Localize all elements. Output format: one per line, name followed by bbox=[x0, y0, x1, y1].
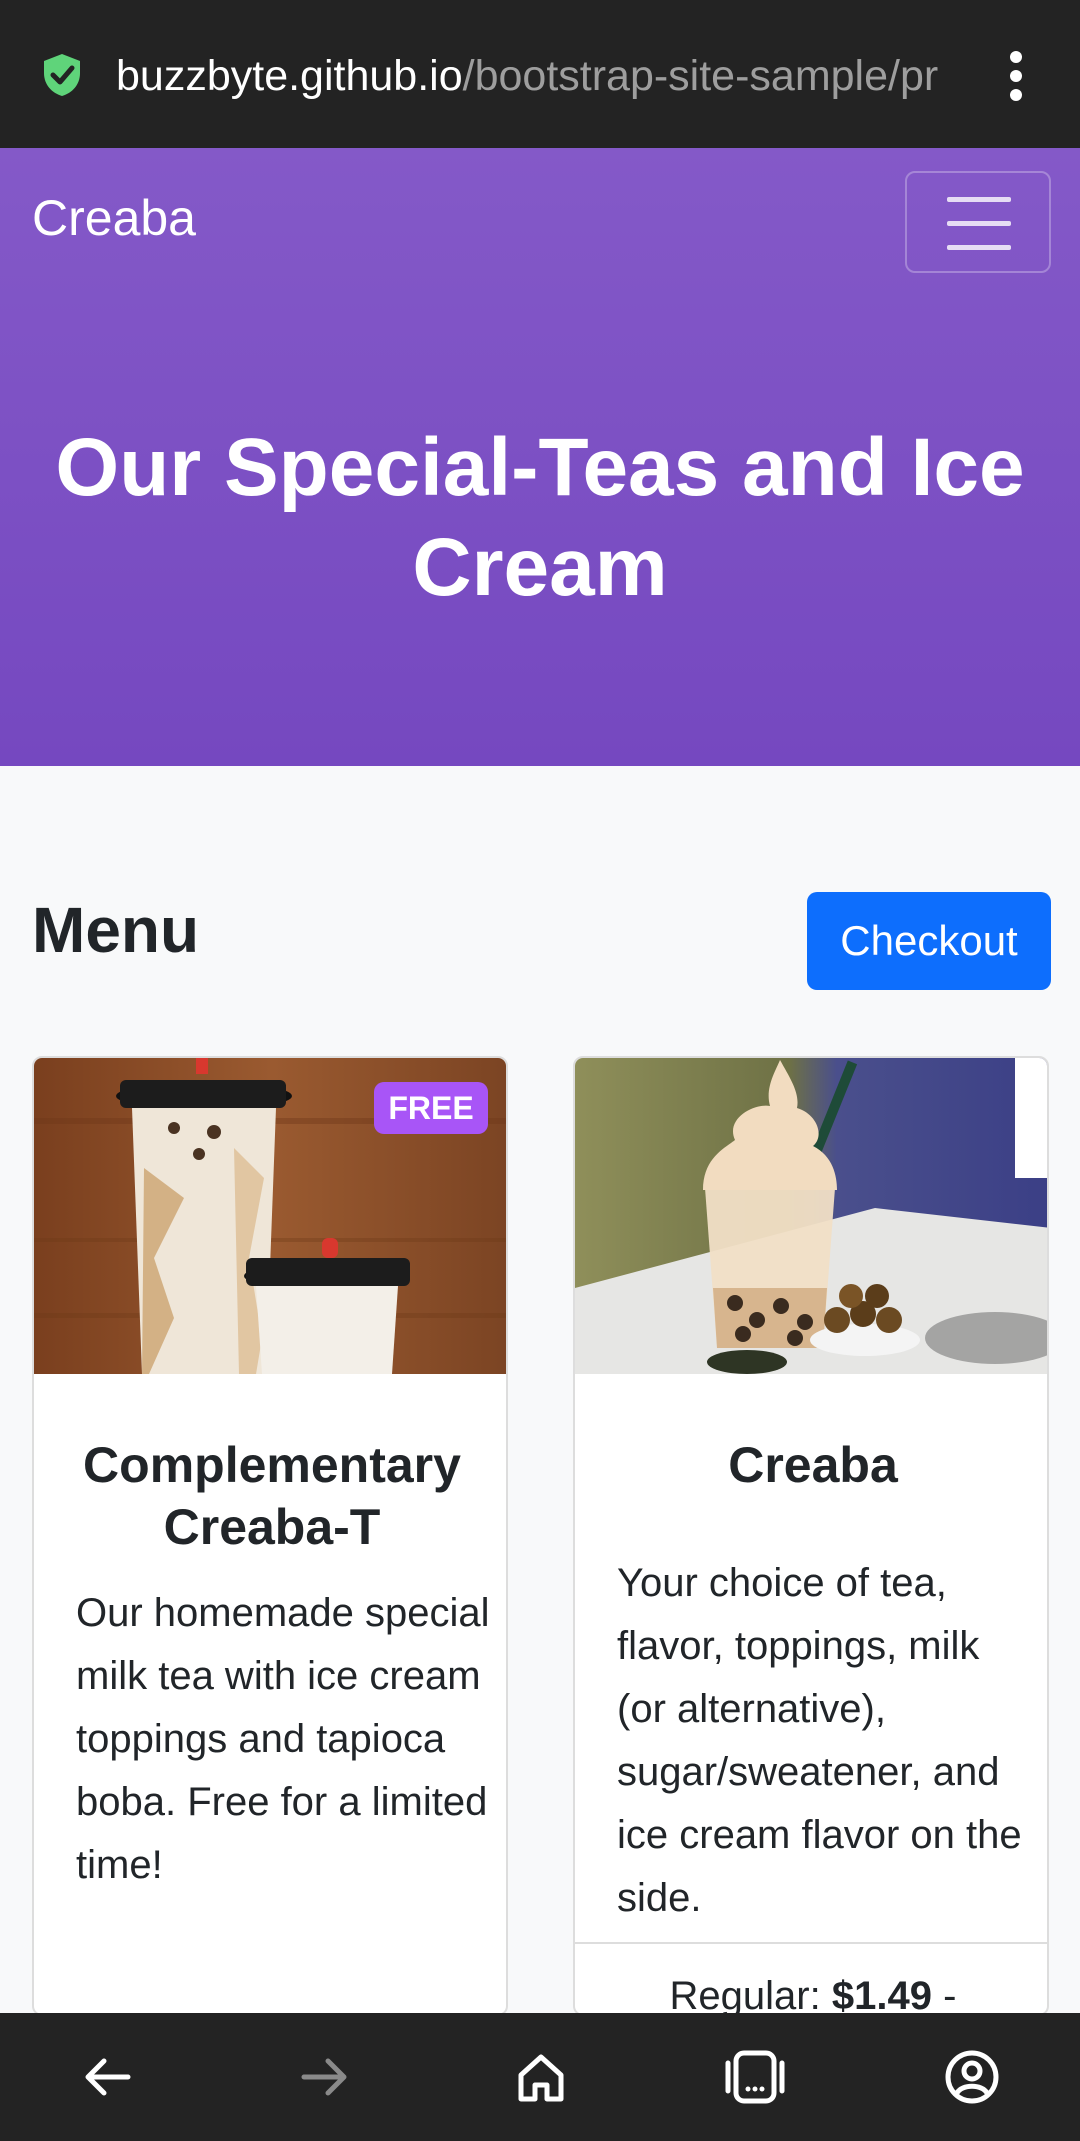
free-badge: FREE bbox=[374, 1082, 488, 1134]
hamburger-icon-line bbox=[947, 245, 1011, 250]
shield-check-icon bbox=[44, 54, 80, 96]
product-image-milk-tea: FREE bbox=[34, 1058, 506, 1374]
url-host: buzzbyte.github.io bbox=[116, 52, 463, 100]
price-value: $1.49 bbox=[831, 1974, 932, 2016]
card-title: Complementary Creaba-T bbox=[83, 1437, 461, 1555]
price-label: Regular: bbox=[669, 1974, 821, 2016]
menu-heading: Menu bbox=[32, 894, 200, 966]
forward-arrow-icon[interactable] bbox=[296, 2049, 352, 2105]
navbar-brand[interactable]: Creaba bbox=[32, 188, 196, 248]
hero-section: Creaba Our Special-Teas and Ice Cream bbox=[0, 148, 1080, 766]
back-arrow-icon[interactable] bbox=[80, 2049, 136, 2105]
checkout-button[interactable]: Checkout bbox=[807, 892, 1051, 990]
card-title: Creaba bbox=[728, 1437, 898, 1493]
product-image-ice-cream-boba bbox=[575, 1058, 1047, 1374]
product-card: Creaba Your choice of tea, flavor, toppi… bbox=[573, 1056, 1049, 2016]
hamburger-icon-line bbox=[947, 221, 1011, 226]
product-card: FREE Complementary Creaba-T Our homemade… bbox=[32, 1056, 508, 2016]
url-path: /bootstrap-site-sample/pr bbox=[462, 52, 939, 100]
tabs-icon[interactable] bbox=[722, 2049, 788, 2105]
hamburger-icon-line bbox=[947, 197, 1011, 202]
home-icon[interactable] bbox=[513, 2049, 569, 2105]
account-icon[interactable] bbox=[944, 2049, 1000, 2105]
browser-url-bar: buzzbyte.github.io/bootstrap-site-sample… bbox=[0, 0, 1080, 148]
card-text: Your choice of tea, flavor, toppings, mi… bbox=[617, 1561, 1022, 1920]
more-vert-icon[interactable] bbox=[998, 50, 1034, 102]
price-suffix: - bbox=[943, 1974, 957, 2016]
url-field[interactable]: buzzbyte.github.io/bootstrap-site-sample… bbox=[116, 46, 962, 106]
browser-bottom-nav bbox=[0, 2013, 1080, 2141]
navbar-toggler-button[interactable] bbox=[905, 171, 1051, 273]
card-divider bbox=[575, 1942, 1047, 1944]
hero-title: Our Special-Teas and Ice Cream bbox=[55, 422, 1025, 613]
card-text: Our homemade special milk tea with ice c… bbox=[76, 1591, 490, 1887]
card-price: Regular: $1.49 - bbox=[575, 1966, 1047, 2016]
